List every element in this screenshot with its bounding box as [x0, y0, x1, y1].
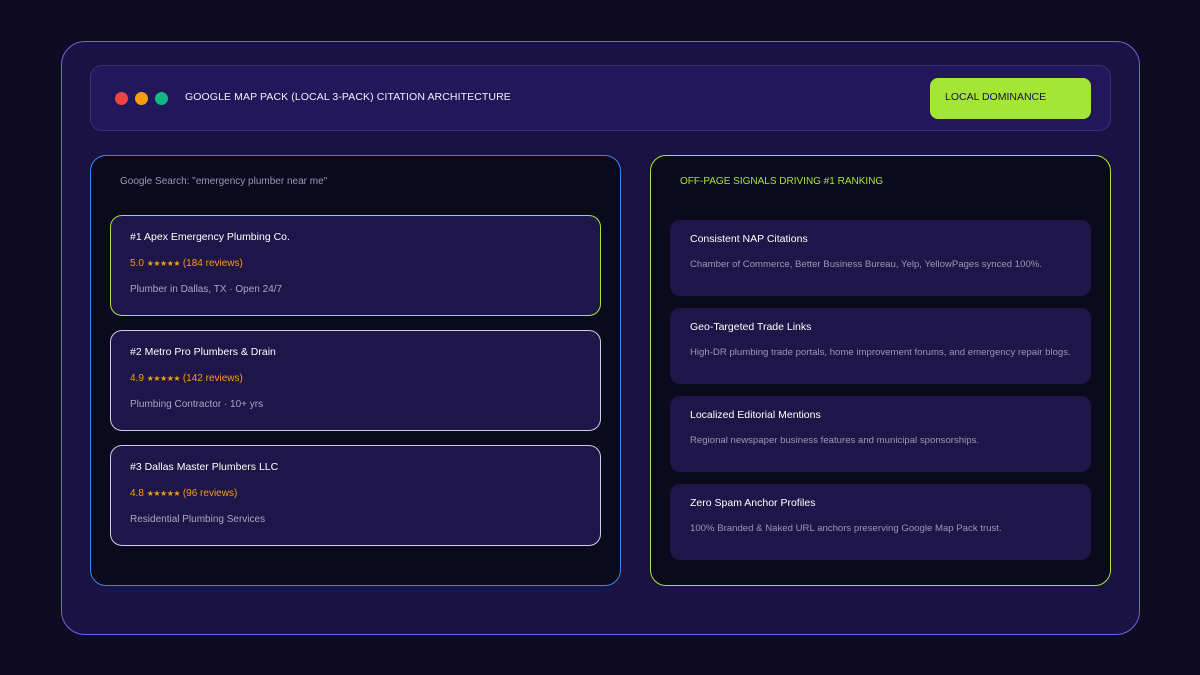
- review-count: (96 reviews): [182, 488, 238, 499]
- maximize-window-dot[interactable]: [155, 92, 168, 105]
- signal-card-trade-links: Geo-Targeted Trade Links High-DR plumbin…: [670, 308, 1091, 384]
- signal-title: Geo-Targeted Trade Links: [690, 321, 812, 333]
- signal-title: Localized Editorial Mentions: [690, 409, 821, 421]
- star-rating-icon: ★★★★★: [146, 259, 181, 268]
- result-meta: Plumber in Dallas, TX · Open 24/7: [130, 284, 283, 295]
- result-rating: 5.0 ★★★★★ (184 reviews): [130, 258, 243, 269]
- signal-card-editorial-mentions: Localized Editorial Mentions Regional ne…: [670, 396, 1091, 472]
- rating-score: 4.8: [130, 488, 144, 499]
- signals-heading: OFF-PAGE SIGNALS DRIVING #1 RANKING: [680, 176, 884, 187]
- result-meta: Plumbing Contractor · 10+ yrs: [130, 399, 264, 410]
- signal-description: Chamber of Commerce, Better Business Bur…: [690, 259, 1042, 270]
- review-count: (142 reviews): [182, 373, 243, 384]
- signal-description: High-DR plumbing trade portals, home imp…: [690, 347, 1071, 358]
- signal-description: Regional newspaper business features and…: [690, 435, 980, 446]
- signal-card-anchor-profiles: Zero Spam Anchor Profiles 100% Branded &…: [670, 484, 1091, 560]
- signal-title: Consistent NAP Citations: [690, 233, 808, 245]
- map-pack-result-2[interactable]: #2 Metro Pro Plumbers & Drain 4.9 ★★★★★ …: [110, 330, 601, 431]
- star-rating-icon: ★★★★★: [146, 489, 181, 498]
- signal-card-nap-citations: Consistent NAP Citations Chamber of Comm…: [670, 220, 1091, 296]
- result-name: #1 Apex Emergency Plumbing Co.: [130, 231, 290, 243]
- signal-description: 100% Branded & Naked URL anchors preserv…: [690, 523, 1002, 534]
- close-window-dot[interactable]: [115, 92, 128, 105]
- result-name: #2 Metro Pro Plumbers & Drain: [130, 346, 276, 358]
- map-pack-result-3[interactable]: #3 Dallas Master Plumbers LLC 4.8 ★★★★★ …: [110, 445, 601, 546]
- star-rating-icon: ★★★★★: [146, 374, 181, 383]
- signal-title: Zero Spam Anchor Profiles: [690, 497, 816, 509]
- result-rating: 4.8 ★★★★★ (96 reviews): [130, 488, 237, 499]
- rating-score: 4.9: [130, 373, 144, 384]
- page-title: GOOGLE MAP PACK (LOCAL 3-PACK) CITATION …: [185, 91, 511, 103]
- local-dominance-badge: LOCAL DOMINANCE: [930, 78, 1091, 119]
- review-count: (184 reviews): [182, 258, 243, 269]
- map-pack-result-1[interactable]: #1 Apex Emergency Plumbing Co. 5.0 ★★★★★…: [110, 215, 601, 316]
- result-rating: 4.9 ★★★★★ (142 reviews): [130, 373, 243, 384]
- result-name: #3 Dallas Master Plumbers LLC: [130, 461, 279, 473]
- rating-score: 5.0: [130, 258, 144, 269]
- minimize-window-dot[interactable]: [135, 92, 148, 105]
- result-meta: Residential Plumbing Services: [130, 514, 266, 525]
- search-query-heading: Google Search: "emergency plumber near m…: [120, 176, 328, 187]
